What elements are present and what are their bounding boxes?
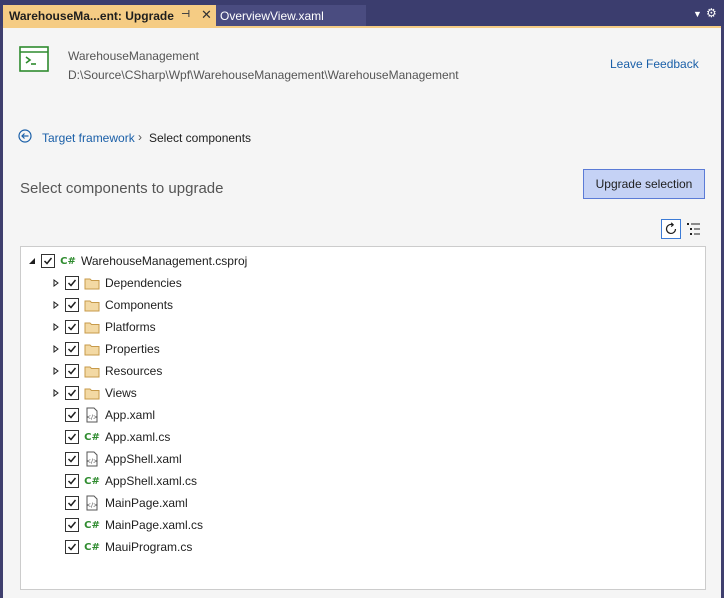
tree-row[interactable]: Properties	[51, 339, 160, 359]
tree-row[interactable]: Dependencies	[51, 273, 182, 293]
project-icon	[19, 46, 49, 72]
checkbox[interactable]	[65, 408, 79, 422]
checkbox[interactable]	[65, 518, 79, 532]
tree-item-label: AppShell.xaml	[105, 452, 182, 466]
checkbox[interactable]	[65, 298, 79, 312]
tab-upgrade[interactable]: WarehouseMa...ent: Upgrade ⊣ ✕	[3, 5, 216, 26]
csharp-file-icon: C#	[84, 431, 100, 443]
svg-text:</>: </>	[86, 502, 98, 509]
tree-row[interactable]: Views	[51, 383, 137, 403]
checkbox[interactable]	[41, 254, 55, 268]
expanded-triangle-icon[interactable]	[27, 256, 37, 266]
tree-row[interactable]: C# MauiProgram.cs	[65, 537, 192, 557]
tree-item-label: App.xaml.cs	[105, 430, 171, 444]
leave-feedback-link[interactable]: Leave Feedback	[610, 57, 699, 71]
tree-row[interactable]: </> App.xaml	[65, 405, 155, 425]
tab-upgrade-label: WarehouseMa...ent: Upgrade	[9, 8, 174, 23]
gear-icon[interactable]: ⚙	[706, 6, 717, 20]
tree-item-label: AppShell.xaml.cs	[105, 474, 198, 488]
tree-row[interactable]: Resources	[51, 361, 162, 381]
xaml-file-icon: </>	[84, 407, 100, 423]
folder-icon	[84, 364, 100, 378]
checkbox[interactable]	[65, 342, 79, 356]
checkbox[interactable]	[65, 430, 79, 444]
collapsed-triangle-icon[interactable]	[51, 300, 61, 310]
tree-row[interactable]: C# App.xaml.cs	[65, 427, 170, 447]
tree-item-label: Properties	[105, 342, 160, 356]
collapsed-triangle-icon[interactable]	[51, 322, 61, 332]
refresh-button[interactable]	[661, 219, 681, 239]
page-title: Select components to upgrade	[20, 180, 224, 197]
tree-row-root[interactable]: C# WarehouseManagement.csproj	[27, 251, 247, 271]
tree-item-label: Views	[105, 386, 137, 400]
checkbox[interactable]	[65, 474, 79, 488]
folder-icon	[84, 320, 100, 334]
tab-overview-view[interactable]: OverviewView.xaml	[216, 5, 366, 26]
tree-item-label: App.xaml	[105, 408, 156, 422]
list-view-icon[interactable]	[686, 221, 702, 237]
csharp-file-icon: C#	[84, 519, 100, 531]
tree-row[interactable]: Platforms	[51, 317, 156, 337]
tree-item-label: Resources	[105, 364, 163, 378]
tree-row[interactable]: </> MainPage.xaml	[65, 493, 188, 513]
chevron-down-icon[interactable]: ▼	[693, 9, 702, 19]
checkbox[interactable]	[65, 276, 79, 290]
folder-icon	[84, 386, 100, 400]
project-name: WarehouseManagement	[68, 49, 199, 63]
checkbox[interactable]	[65, 386, 79, 400]
svg-text:</>: </>	[86, 458, 98, 465]
upgrade-panel: WarehouseManagement D:\Source\CSharp\Wpf…	[3, 26, 721, 598]
xaml-file-icon: </>	[84, 495, 100, 511]
checkbox[interactable]	[65, 452, 79, 466]
tab-overview-label: OverviewView.xaml	[220, 8, 324, 23]
checkbox[interactable]	[65, 364, 79, 378]
folder-icon	[84, 276, 100, 290]
upgrade-selection-button[interactable]: Upgrade selection	[583, 169, 705, 199]
document-tab-bar: WarehouseMa...ent: Upgrade ⊣ ✕ OverviewV…	[0, 0, 724, 26]
checkbox[interactable]	[65, 540, 79, 554]
collapsed-triangle-icon[interactable]	[51, 278, 61, 288]
refresh-icon	[665, 222, 677, 235]
folder-icon	[84, 298, 100, 312]
collapsed-triangle-icon[interactable]	[51, 366, 61, 376]
project-path: D:\Source\CSharp\Wpf\WarehouseManagement…	[68, 68, 459, 82]
tree-item-label: MainPage.xaml.cs	[105, 518, 204, 532]
tree-row[interactable]: C# MainPage.xaml.cs	[65, 515, 203, 535]
breadcrumb-target-framework[interactable]: Target framework	[42, 131, 135, 145]
tree-item-label: WarehouseManagement.csproj	[81, 254, 248, 268]
folder-icon	[84, 342, 100, 356]
breadcrumb-separator: ›	[138, 130, 142, 144]
checkbox[interactable]	[65, 320, 79, 334]
components-tree: C# WarehouseManagement.csproj Dependenci…	[20, 246, 706, 590]
xaml-file-icon: </>	[84, 451, 100, 467]
tree-item-label: MauiProgram.cs	[105, 540, 193, 554]
tree-item-label: Dependencies	[105, 276, 182, 290]
tree-row[interactable]: C# AppShell.xaml.cs	[65, 471, 197, 491]
svg-text:</>: </>	[86, 414, 98, 421]
csharp-file-icon: C#	[84, 541, 100, 553]
tree-item-label: Platforms	[105, 320, 156, 334]
checkbox[interactable]	[65, 496, 79, 510]
collapsed-triangle-icon[interactable]	[51, 344, 61, 354]
tree-item-label: Components	[105, 298, 174, 312]
back-arrow-icon[interactable]	[18, 129, 32, 143]
close-icon[interactable]: ✕	[201, 7, 212, 23]
pin-icon[interactable]: ⊣	[181, 9, 190, 20]
csproj-icon: C#	[60, 255, 76, 267]
tree-row[interactable]: Components	[51, 295, 173, 315]
csharp-file-icon: C#	[84, 475, 100, 487]
tree-row[interactable]: </> AppShell.xaml	[65, 449, 182, 469]
tree-item-label: MainPage.xaml	[105, 496, 188, 510]
breadcrumb-current: Select components	[149, 131, 252, 145]
collapsed-triangle-icon[interactable]	[51, 388, 61, 398]
